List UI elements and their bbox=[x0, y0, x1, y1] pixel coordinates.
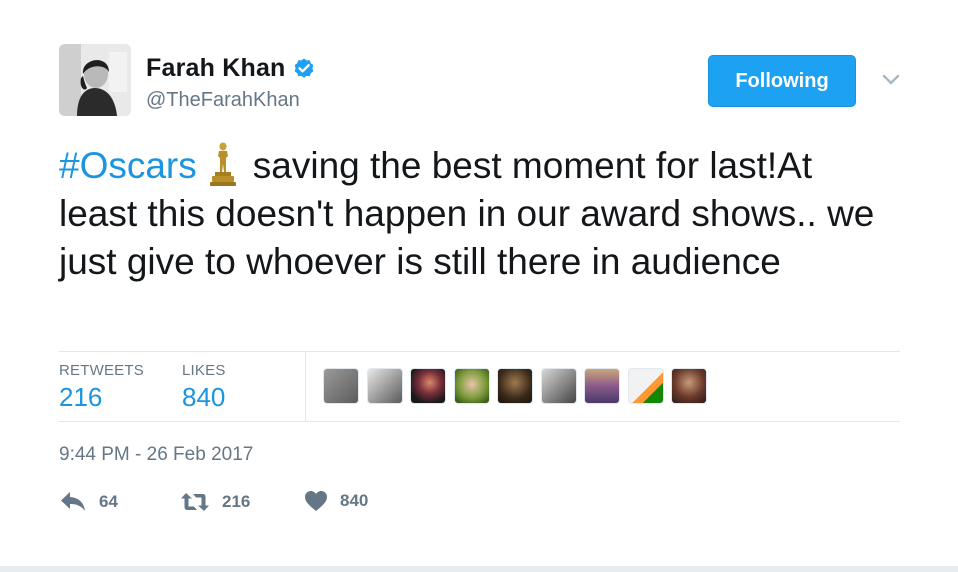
retweet-count: 216 bbox=[222, 492, 251, 511]
chevron-down-icon[interactable] bbox=[879, 70, 903, 90]
stats-bottom-divider bbox=[59, 421, 900, 422]
page-background-strip bbox=[0, 566, 958, 572]
likes-count[interactable]: 840 bbox=[182, 382, 225, 413]
reply-icon bbox=[61, 492, 85, 511]
liker-avatars bbox=[323, 368, 715, 404]
oscar-trophy-icon bbox=[209, 142, 236, 186]
tweet-text: #Oscars saving the best moment for last!A… bbox=[59, 142, 899, 286]
heart-icon bbox=[305, 491, 327, 511]
like-count: 840 bbox=[340, 491, 369, 510]
liker-avatar[interactable] bbox=[453, 368, 490, 404]
following-button[interactable]: Following bbox=[708, 55, 856, 107]
stats-vertical-divider bbox=[305, 352, 306, 421]
liker-avatar[interactable] bbox=[366, 368, 403, 404]
liker-avatar[interactable] bbox=[410, 368, 446, 404]
reply-button[interactable]: 64 bbox=[59, 490, 118, 514]
tweet-timestamp[interactable]: 9:44 PM - 26 Feb 2017 bbox=[59, 444, 253, 466]
retweet-button[interactable]: 216 bbox=[180, 490, 250, 514]
likes-label[interactable]: LIKES bbox=[182, 362, 226, 379]
verified-badge-icon bbox=[294, 58, 313, 78]
avatar[interactable] bbox=[59, 44, 131, 116]
retweet-icon bbox=[181, 493, 209, 511]
profile-photo-icon bbox=[59, 44, 131, 116]
liker-avatar[interactable] bbox=[584, 368, 620, 404]
user-handle[interactable]: @TheFarahKhan bbox=[146, 89, 300, 112]
liker-avatar[interactable] bbox=[627, 368, 664, 404]
display-name[interactable]: Farah Khan bbox=[146, 54, 286, 83]
stats-top-divider bbox=[59, 351, 900, 352]
retweets-label[interactable]: RETWEETS bbox=[59, 362, 144, 379]
liker-avatar[interactable] bbox=[671, 368, 707, 404]
liker-avatar[interactable] bbox=[497, 368, 533, 404]
name-row: Farah Khan bbox=[146, 54, 316, 83]
retweets-count[interactable]: 216 bbox=[59, 382, 102, 413]
hashtag-link[interactable]: #Oscars bbox=[59, 145, 197, 186]
tweet-card: Farah Khan @TheFarahKhan Following #Osca… bbox=[0, 0, 958, 566]
liker-avatar[interactable] bbox=[323, 368, 359, 404]
like-button[interactable]: 840 bbox=[304, 490, 368, 512]
liker-avatar[interactable] bbox=[540, 368, 577, 404]
reply-count: 64 bbox=[99, 492, 118, 511]
